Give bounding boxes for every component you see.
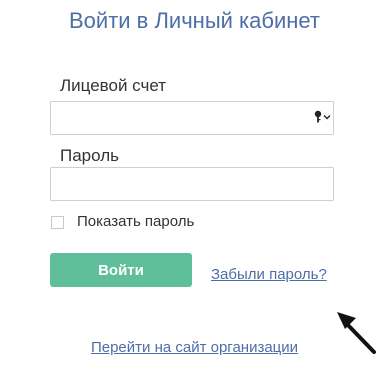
show-password-checkbox[interactable] (51, 216, 64, 229)
page-title: Войти в Личный кабинет (69, 8, 320, 33)
account-label: Лицевой счет (60, 76, 167, 95)
password-input[interactable] (50, 167, 334, 201)
account-input[interactable] (50, 101, 334, 135)
login-button[interactable]: Войти (50, 253, 192, 287)
key-icon[interactable] (312, 109, 332, 127)
organization-site-link[interactable]: Перейти на сайт организации (0, 339, 389, 356)
forgot-password-link[interactable]: Забыли пароль? (211, 266, 327, 283)
password-label: Пароль (60, 146, 119, 165)
show-password-label[interactable]: Показать пароль (77, 213, 194, 230)
